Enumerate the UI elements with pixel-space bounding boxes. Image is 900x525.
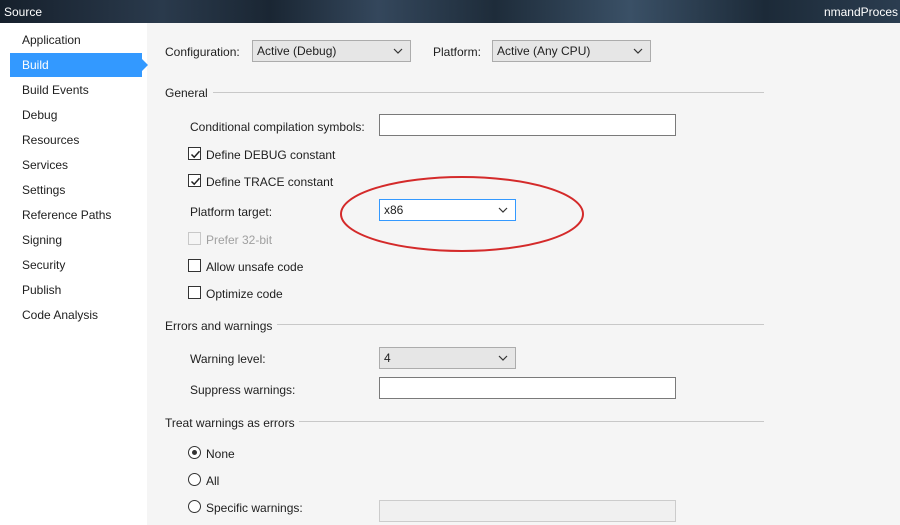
sidebar-item-publish[interactable]: Publish [10,278,142,302]
window-title-left: Source [4,5,43,19]
sidebar-item-label: Reference Paths [22,208,112,222]
allow-unsafe-checkbox[interactable] [188,259,201,272]
window-title-right: nmandProces [823,5,898,19]
sidebar-item-label: Code Analysis [22,308,99,322]
optimize-code-checkbox[interactable] [188,286,201,299]
suppress-warnings-input[interactable] [379,377,676,399]
sidebar-item-settings[interactable]: Settings [10,178,142,202]
conditional-symbols-label: Conditional compilation symbols: [190,120,365,134]
allow-unsafe-label: Allow unsafe code [206,260,304,274]
specific-warnings-input[interactable] [379,500,676,522]
define-debug-checkbox[interactable] [188,147,201,160]
sidebar-item-reference-paths[interactable]: Reference Paths [10,203,142,227]
sidebar-item-application[interactable]: Application [10,28,142,52]
radio-all[interactable] [188,473,201,486]
window-title-bar: Source nmandProces [0,0,900,23]
configuration-dropdown[interactable]: Active (Debug) [252,40,411,62]
general-section-header: General [165,86,208,100]
errors-section-header: Errors and warnings [165,319,273,333]
sidebar-item-label: Build Events [22,83,89,97]
sidebar-item-label: Build [22,58,49,72]
optimize-code-label: Optimize code [206,287,283,301]
radio-all-label: All [206,474,220,488]
checkmark-icon [190,150,201,159]
sidebar: Application Build Build Events Debug Res… [0,23,148,525]
chevron-down-icon [633,48,643,54]
treat-warnings-section-header: Treat warnings as errors [165,416,295,430]
sidebar-item-label: Settings [22,183,66,197]
configuration-value: Active (Debug) [257,44,337,58]
warning-level-dropdown[interactable]: 4 [379,347,516,369]
radio-selected-dot [192,450,197,455]
sidebar-item-build-events[interactable]: Build Events [10,78,142,102]
section-divider [277,324,764,325]
annotation-ellipse [340,176,584,252]
build-properties-panel: Configuration: Active (Debug) Platform: … [147,23,900,525]
platform-label: Platform: [433,45,482,59]
warning-level-label: Warning level: [190,352,266,366]
sidebar-item-label: Services [22,158,69,172]
suppress-warnings-label: Suppress warnings: [190,383,296,397]
sidebar-item-label: Application [22,33,81,47]
sidebar-item-services[interactable]: Services [10,153,142,177]
section-divider [299,421,764,422]
sidebar-item-label: Publish [22,283,62,297]
radio-none[interactable] [188,446,201,459]
platform-dropdown[interactable]: Active (Any CPU) [492,40,651,62]
radio-specific-label: Specific warnings: [206,501,303,515]
conditional-symbols-input[interactable] [379,114,676,136]
sidebar-item-security[interactable]: Security [10,253,142,277]
warning-level-value: 4 [384,351,391,365]
sidebar-item-label: Debug [22,108,58,122]
radio-specific-warnings[interactable] [188,500,201,513]
sidebar-item-build[interactable]: Build [10,53,142,77]
section-divider [213,92,764,93]
sidebar-item-label: Signing [22,233,63,247]
sidebar-item-code-analysis[interactable]: Code Analysis [10,303,142,327]
sidebar-item-debug[interactable]: Debug [10,103,142,127]
sidebar-item-label: Resources [22,133,80,147]
platform-value: Active (Any CPU) [497,44,591,58]
sidebar-item-label: Security [22,258,66,272]
sidebar-item-signing[interactable]: Signing [10,228,142,252]
chevron-down-icon [393,48,403,54]
chevron-down-icon [498,355,508,361]
sidebar-item-resources[interactable]: Resources [10,128,142,152]
configuration-label: Configuration: [165,45,240,59]
radio-none-label: None [206,447,235,461]
